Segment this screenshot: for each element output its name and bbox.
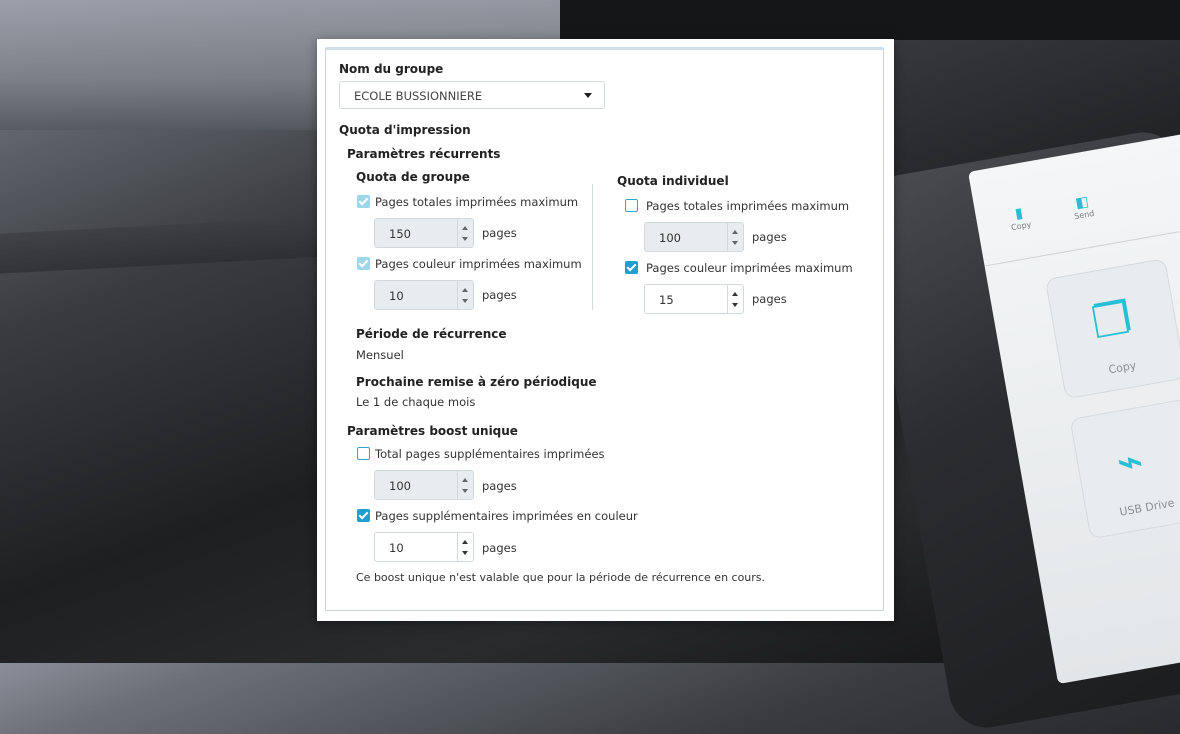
group-select[interactable]: ECOLE BUSSIONNIERE bbox=[339, 81, 605, 109]
group-name-label: Nom du groupe bbox=[339, 62, 444, 76]
period-value: Mensuel bbox=[356, 348, 404, 362]
group-total-input[interactable]: 150 bbox=[374, 218, 474, 248]
boost-total-stepper[interactable] bbox=[457, 471, 473, 499]
device-tab-send: ◧ Send bbox=[1066, 192, 1100, 222]
recurring-title: Paramètres récurrents bbox=[347, 147, 501, 161]
chevron-down-icon bbox=[584, 93, 592, 98]
group-select-value: ECOLE BUSSIONNIERE bbox=[354, 89, 483, 103]
reset-label: Prochaine remise à zéro périodique bbox=[356, 375, 597, 389]
boost-color-unit: pages bbox=[482, 541, 517, 555]
group-color-input[interactable]: 10 bbox=[374, 280, 474, 310]
individual-color-label: Pages couleur imprimées maximum bbox=[646, 261, 853, 275]
individual-total-stepper[interactable] bbox=[727, 223, 743, 251]
individual-total-input[interactable]: 100 bbox=[644, 222, 744, 252]
individual-color-checkbox[interactable] bbox=[625, 261, 638, 274]
arrow-down-icon[interactable] bbox=[462, 489, 468, 493]
boost-total-checkbox[interactable] bbox=[357, 447, 370, 460]
usb-icon: ⌁ bbox=[1112, 434, 1148, 490]
individual-color-input[interactable]: 15 bbox=[644, 284, 744, 314]
arrow-down-icon[interactable] bbox=[462, 551, 468, 555]
individual-total-unit: pages bbox=[752, 230, 787, 244]
arrow-down-icon[interactable] bbox=[732, 303, 738, 307]
print-quota-dialog: Nom du groupe ECOLE BUSSIONNIERE Quota d… bbox=[317, 39, 894, 621]
individual-color-stepper[interactable] bbox=[727, 285, 743, 313]
boost-color-input[interactable]: 10 bbox=[374, 532, 474, 562]
arrow-up-icon[interactable] bbox=[462, 226, 468, 230]
individual-quota-title: Quota individuel bbox=[617, 174, 729, 188]
individual-color-unit: pages bbox=[752, 292, 787, 306]
individual-total-checkbox[interactable] bbox=[625, 199, 638, 212]
arrow-up-icon[interactable] bbox=[462, 540, 468, 544]
arrow-down-icon[interactable] bbox=[462, 237, 468, 241]
group-color-checkbox[interactable] bbox=[357, 257, 370, 270]
boost-title: Paramètres boost unique bbox=[347, 424, 518, 438]
group-color-stepper[interactable] bbox=[457, 281, 473, 309]
boost-color-label: Pages supplémentaires imprimées en coule… bbox=[375, 509, 638, 523]
device-tab-copy: ▮ Copy bbox=[1003, 203, 1037, 233]
arrow-up-icon[interactable] bbox=[462, 288, 468, 292]
boost-total-input[interactable]: 100 bbox=[374, 470, 474, 500]
arrow-down-icon[interactable] bbox=[732, 241, 738, 245]
boost-total-unit: pages bbox=[482, 479, 517, 493]
arrow-up-icon[interactable] bbox=[732, 230, 738, 234]
boost-color-stepper[interactable] bbox=[457, 533, 473, 561]
group-total-label: Pages totales imprimées maximum bbox=[375, 195, 579, 209]
group-total-stepper[interactable] bbox=[457, 219, 473, 247]
boost-total-label: Total pages supplémentaires imprimées bbox=[375, 447, 605, 461]
arrow-down-icon[interactable] bbox=[462, 299, 468, 303]
background-dark-top bbox=[560, 0, 1180, 40]
group-total-checkbox[interactable] bbox=[357, 195, 370, 208]
boost-note: Ce boost unique n'est valable que pour l… bbox=[356, 571, 766, 584]
group-color-unit: pages bbox=[482, 288, 517, 302]
period-label: Période de récurrence bbox=[356, 327, 507, 341]
group-total-unit: pages bbox=[482, 226, 517, 240]
device-tile-copy: ❐ Copy bbox=[1045, 259, 1180, 399]
reset-value: Le 1 de chaque mois bbox=[356, 395, 476, 409]
background-shelf bbox=[0, 216, 330, 274]
copy-icon: ❐ bbox=[1087, 292, 1136, 350]
group-color-label: Pages couleur imprimées maximum bbox=[375, 257, 582, 271]
individual-total-label: Pages totales imprimées maximum bbox=[646, 199, 850, 213]
arrow-up-icon[interactable] bbox=[462, 478, 468, 482]
arrow-up-icon[interactable] bbox=[732, 292, 738, 296]
device-tile-usb: ⌁ USB Drive bbox=[1070, 399, 1180, 539]
group-quota-title: Quota de groupe bbox=[356, 170, 470, 184]
quota-title: Quota d'impression bbox=[339, 123, 471, 137]
boost-color-checkbox[interactable] bbox=[357, 509, 370, 522]
column-divider bbox=[592, 184, 593, 310]
